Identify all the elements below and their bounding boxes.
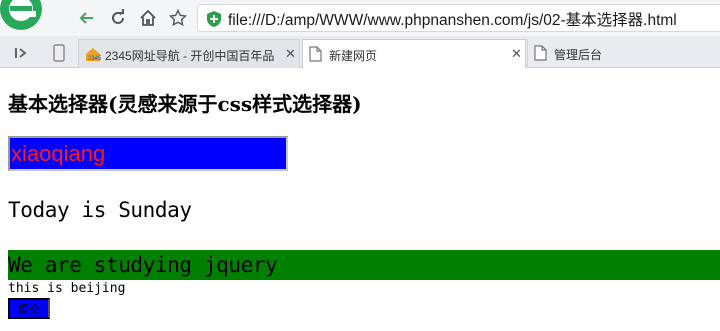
browser-logo-icon[interactable] <box>0 0 58 32</box>
page-heading: 基本选择器(灵感来源于css样式选择器) <box>8 92 362 116</box>
tab-title: 新建网页 <box>329 49 378 63</box>
star-icon[interactable] <box>167 7 189 29</box>
studying-paragraph: We are studying jquery <box>8 253 278 277</box>
tab-2345[interactable]: 2345 2345网址导航 - 开创中国百年品 ✕ <box>78 39 300 68</box>
tab-new-page[interactable]: 新建网页 ✕ <box>302 39 526 69</box>
tab-title: 管理后台 <box>554 48 603 62</box>
today-paragraph: Today is Sunday <box>8 198 192 222</box>
back-arrow-icon[interactable] <box>76 7 98 29</box>
tab-title: 2345网址导航 - 开创中国百年品 <box>105 49 275 63</box>
site-2345-icon: 2345 <box>85 46 102 65</box>
tab-bar: 2345 2345网址导航 - 开创中国百年品 ✕ 新建网页 ✕ 管理后台 <box>0 36 720 69</box>
svg-text:2345: 2345 <box>88 56 101 62</box>
submit-button[interactable]: 提交 <box>8 298 50 319</box>
sidebar-toggle-icon[interactable] <box>10 42 32 64</box>
close-tab-icon[interactable]: ✕ <box>285 46 296 62</box>
page-icon <box>309 46 322 65</box>
highlighted-paragraph-bar: We are studying jquery <box>8 250 720 280</box>
reload-icon[interactable] <box>107 7 129 29</box>
secure-shield-icon <box>207 11 221 31</box>
name-input[interactable] <box>8 136 288 171</box>
page-icon <box>534 45 547 64</box>
browser-toolbar: file:///D:/amp/WWW/www.phpnanshen.com/js… <box>0 0 720 36</box>
address-bar[interactable]: file:///D:/amp/WWW/www.phpnanshen.com/js… <box>197 4 720 32</box>
phone-icon[interactable] <box>48 42 70 64</box>
address-text: file:///D:/amp/WWW/www.phpnanshen.com/js… <box>228 12 677 29</box>
close-tab-icon[interactable]: ✕ <box>511 46 522 62</box>
tab-admin[interactable]: 管理后台 <box>527 39 720 68</box>
home-icon[interactable] <box>137 7 159 29</box>
beijing-paragraph: this is beijing <box>8 281 126 296</box>
